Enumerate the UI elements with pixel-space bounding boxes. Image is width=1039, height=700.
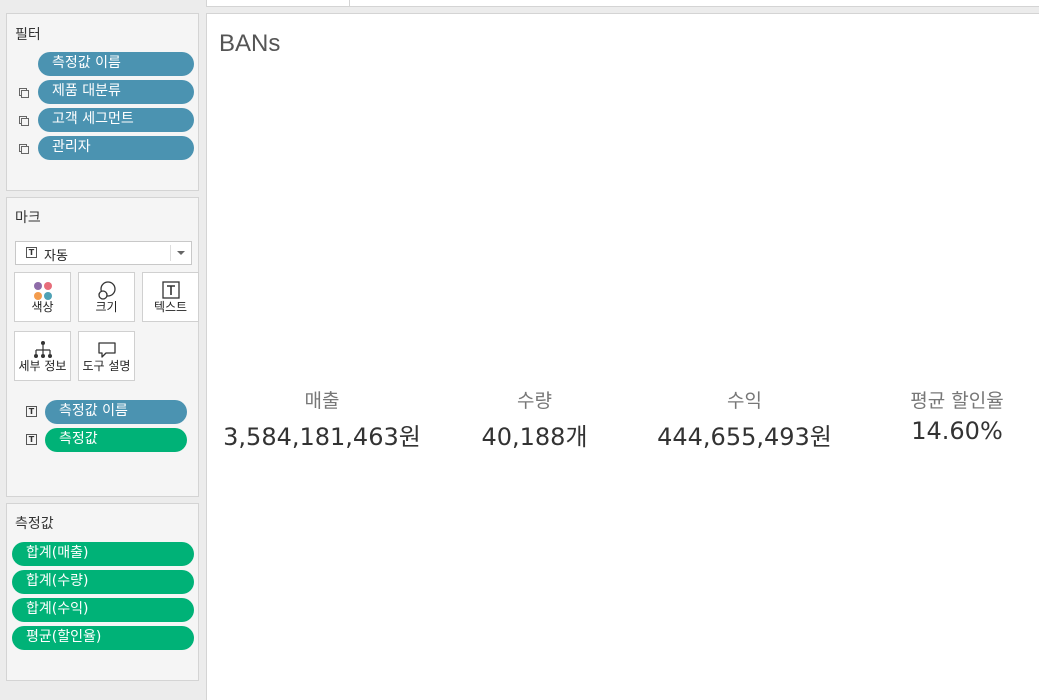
measure-pill-quantity[interactable]: 합계(수량) — [12, 570, 194, 594]
measure-pill-sales[interactable]: 합계(매출) — [12, 542, 194, 566]
detail-button-label: 세부 정보 — [18, 359, 67, 373]
dropdown-divider — [170, 245, 171, 261]
chevron-down-icon — [177, 251, 185, 255]
text-mark-icon: T — [26, 247, 37, 258]
mark-pill-measure-values[interactable]: 측정값 — [45, 428, 187, 452]
measures-title: 측정값 — [15, 516, 54, 532]
text-mark-icon: T — [26, 406, 37, 417]
filter-pill-product-category[interactable]: 제품 대분류 — [38, 80, 194, 104]
filter-icon — [19, 144, 29, 154]
toolbar-strip — [206, 0, 1039, 7]
filter-pill-customer-segment[interactable]: 고객 세그먼트 — [38, 108, 194, 132]
ban-avg-discount[interactable]: 평균 할인율 14.60% — [887, 386, 1027, 445]
mark-type-select[interactable]: T 자동 — [15, 241, 192, 265]
ban-quantity[interactable]: 수량 40,188개 — [447, 386, 622, 452]
tooltip-button-label: 도구 설명 — [82, 359, 131, 373]
measure-pill-discount[interactable]: 평균(할인율) — [12, 626, 194, 650]
size-button[interactable]: 크기 — [78, 272, 135, 322]
filter-icon — [19, 88, 29, 98]
ban-label: 매출 — [304, 390, 340, 412]
filter-pill-manager[interactable]: 관리자 — [38, 136, 194, 160]
mark-pill-measure-names[interactable]: 측정값 이름 — [45, 400, 187, 424]
ban-value: 444,655,493원 — [657, 423, 832, 451]
filters-title: 필터 — [15, 27, 41, 43]
tooltip-button[interactable]: 도구 설명 — [78, 331, 135, 381]
ban-value: 3,584,181,463원 — [223, 423, 421, 451]
sheet-title: BANs — [219, 30, 281, 57]
mark-type-label: 자동 — [44, 249, 68, 264]
detail-button[interactable]: 세부 정보 — [14, 331, 71, 381]
text-mark-icon: T — [26, 434, 37, 445]
ban-label: 평균 할인율 — [910, 390, 1004, 412]
text-icon — [161, 281, 180, 299]
ban-label: 수량 — [517, 390, 552, 412]
text-button-label: 텍스트 — [153, 300, 188, 314]
filter-pill-measure-names[interactable]: 측정값 이름 — [38, 52, 194, 76]
ban-sales[interactable]: 매출 3,584,181,463원 — [217, 386, 427, 452]
measure-pill-profit[interactable]: 합계(수익) — [12, 598, 194, 622]
color-button[interactable]: 색상 — [14, 272, 71, 322]
ban-value: 40,188개 — [481, 423, 588, 451]
marks-title: 마크 — [15, 210, 41, 226]
ban-label: 수익 — [727, 390, 762, 412]
marks-card: 마크 T 자동 색상 크기 텍스트 세부 정보 도구 설명 T 측정값 이름 T… — [6, 197, 199, 497]
ban-profit[interactable]: 수익 444,655,493원 — [647, 386, 842, 452]
filter-icon — [19, 116, 29, 126]
tab-divider — [349, 0, 350, 6]
text-button[interactable]: 텍스트 — [142, 272, 199, 322]
ban-value: 14.60% — [911, 417, 1003, 445]
color-button-label: 색상 — [31, 300, 54, 314]
size-button-label: 크기 — [95, 300, 118, 314]
worksheet-view[interactable]: BANs 매출 3,584,181,463원 수량 40,188개 수익 444… — [206, 13, 1039, 700]
measure-values-shelf: 측정값 합계(매출) 합계(수량) 합계(수익) 평균(할인율) — [6, 503, 199, 681]
filters-shelf: 필터 측정값 이름 제품 대분류 고객 세그먼트 관리자 — [6, 13, 199, 191]
